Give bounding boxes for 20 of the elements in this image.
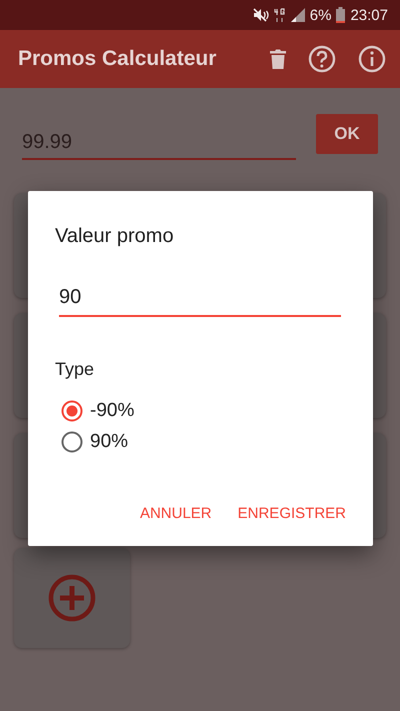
signal-icon — [290, 8, 305, 22]
clock: 23:07 — [350, 6, 388, 24]
dialog-button[interactable]: ANNULER — [140, 501, 212, 526]
dialog-button[interactable]: ENREGISTRER — [238, 501, 346, 526]
dialog-title: Valeur promo — [55, 225, 174, 248]
plus-circle-icon — [47, 573, 97, 623]
radio-option[interactable]: 90% — [61, 431, 342, 453]
mute-icon — [252, 8, 269, 22]
type-label: Type — [55, 359, 94, 380]
ok-button[interactable]: OK — [316, 114, 378, 154]
trash-icon[interactable] — [270, 49, 286, 69]
price-field[interactable]: 99.99 — [22, 127, 296, 160]
network-icon — [274, 8, 286, 22]
info-icon[interactable] — [358, 45, 386, 73]
app-title: Promos Calculateur — [18, 47, 218, 71]
battery-icon — [336, 7, 346, 23]
help-icon[interactable] — [308, 45, 336, 73]
promo-value-field[interactable]: 90 — [59, 282, 341, 317]
battery-percent: 6% — [310, 6, 332, 24]
radio-option[interactable]: -90% — [61, 400, 342, 422]
